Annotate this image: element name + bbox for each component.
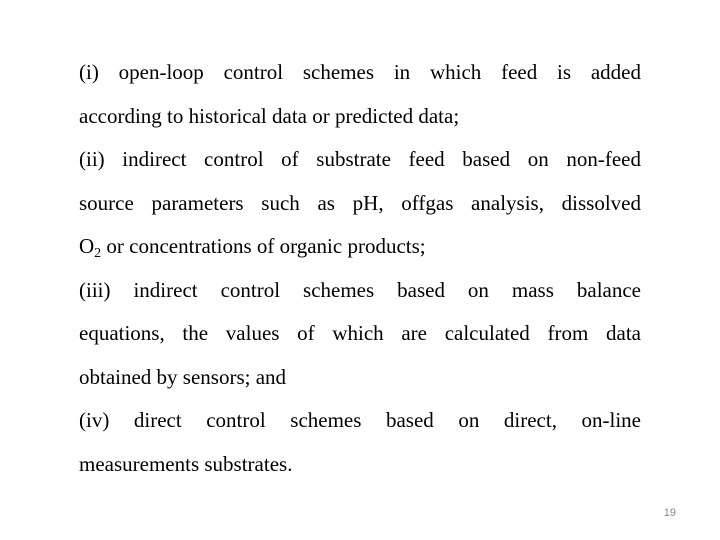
oxygen-symbol: O <box>79 234 95 258</box>
page-number: 19 <box>663 507 676 519</box>
text-line: measurements substrates. <box>79 451 293 476</box>
list-item-ii: (ii) indirect control of substrate feed … <box>79 138 641 269</box>
text-line-rest: or concentrations of organic products; <box>101 234 426 258</box>
text-line: source parameters such as pH, offgas ana… <box>79 190 641 215</box>
text-line: (iii) indirect control schemes based on … <box>79 277 641 302</box>
text-line: (i) open-loop control schemes in which f… <box>79 60 641 84</box>
text-line: O2 or concentrations of organic products… <box>79 225 641 269</box>
slide-body: (i) open-loop control schemes in which f… <box>79 51 641 486</box>
text-line: equations, the values of which are calcu… <box>79 321 641 345</box>
list-item-iii: (iii) indirect control schemes based on … <box>79 269 641 400</box>
list-item-i: (i) open-loop control schemes in which f… <box>79 51 641 138</box>
text-line: (iv) direct control schemes based on dir… <box>79 408 641 432</box>
text-line: according to historical data or predicte… <box>79 103 460 128</box>
list-item-iv: (iv) direct control schemes based on dir… <box>79 399 641 486</box>
text-line: obtained by sensors; and <box>79 364 287 389</box>
text-line: (ii) indirect control of substrate feed … <box>79 147 641 171</box>
